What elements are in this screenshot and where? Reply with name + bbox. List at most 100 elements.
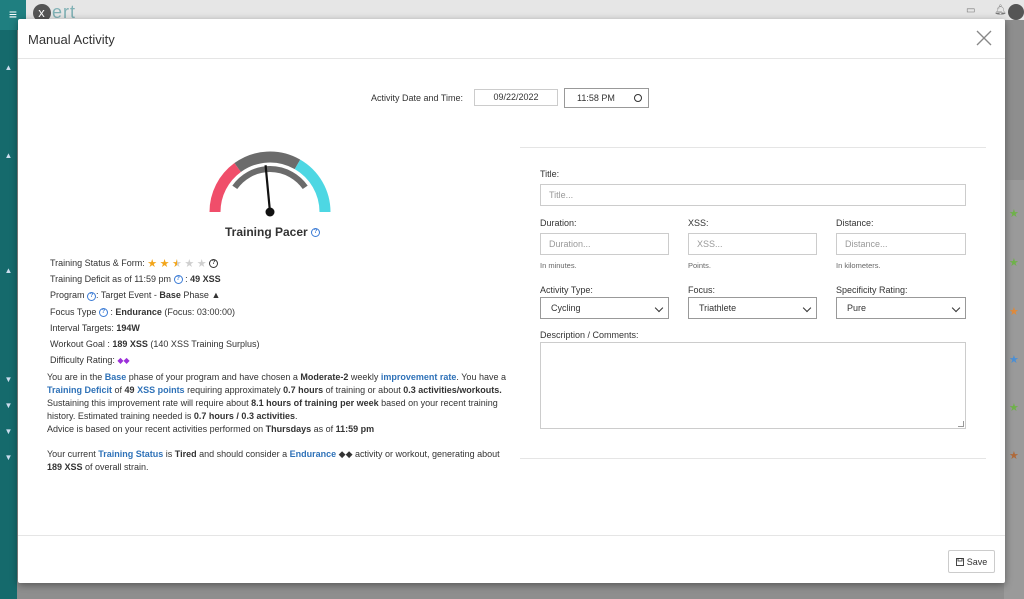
background-list bbox=[1004, 180, 1024, 599]
status-paragraph: Your current Training Status is Tired an… bbox=[47, 449, 500, 472]
chevron-down-icon[interactable]: ▼ bbox=[3, 401, 14, 410]
date-input[interactable]: 09/22/2022 bbox=[474, 89, 558, 106]
program-phase: Base bbox=[159, 290, 181, 301]
star-icon: ★ bbox=[1009, 208, 1019, 220]
deficit-label: Training Deficit as of 11:59 pm bbox=[50, 274, 172, 285]
app-topbar bbox=[0, 0, 1024, 20]
duration-help: In minutes. bbox=[540, 261, 577, 270]
distance-help: In kilometers. bbox=[836, 261, 881, 270]
star-icon: ★ bbox=[159, 258, 170, 270]
help-icon[interactable]: ? bbox=[173, 275, 183, 285]
form-divider-bottom bbox=[520, 458, 986, 459]
left-sidebar: ▲ ▲ ▲ ▼ ▼ ▼ ▼ bbox=[0, 30, 17, 599]
gauge-arc-cyan bbox=[294, 159, 331, 213]
improvement-rate-link[interactable]: improvement rate bbox=[381, 372, 457, 382]
advice-paragraph: You are in the Base phase of your progra… bbox=[47, 372, 506, 434]
close-icon[interactable] bbox=[975, 29, 993, 47]
bell-icon[interactable]: 🔔︎ bbox=[994, 5, 1007, 16]
monitor-icon[interactable]: ▭ bbox=[966, 5, 978, 16]
specificity-select[interactable]: Pure bbox=[836, 297, 966, 319]
star-icon: ★ bbox=[1009, 354, 1019, 366]
duration-label: Duration: bbox=[540, 218, 577, 228]
title-label: Title: bbox=[540, 169, 560, 179]
xss-input[interactable]: XSS... bbox=[688, 233, 817, 255]
activity-type-value: Cycling bbox=[551, 303, 581, 313]
title-input[interactable]: Title... bbox=[540, 184, 966, 206]
avatar[interactable] bbox=[1008, 4, 1024, 20]
chevron-down-icon bbox=[951, 303, 961, 313]
training-stats: Training Status & Form: ★ ★ ★ ★ ★ ? Trai… bbox=[50, 255, 259, 368]
resize-handle[interactable] bbox=[958, 421, 964, 427]
distance-label: Distance: bbox=[836, 218, 874, 228]
interval-targets-row: Interval Targets: 194W bbox=[50, 320, 259, 336]
chevron-down-icon bbox=[802, 303, 812, 313]
focus-detail: (Focus: 03:00:00) bbox=[164, 306, 235, 317]
star-icon: ★ bbox=[196, 258, 207, 270]
modal-header: Manual Activity bbox=[18, 19, 1005, 59]
star-icon: ★ bbox=[1009, 306, 1019, 318]
save-icon bbox=[955, 557, 964, 566]
save-button[interactable]: Save bbox=[948, 550, 995, 573]
goal-label: Workout Goal : bbox=[50, 338, 110, 349]
star-icon: ★ bbox=[1009, 402, 1019, 414]
chevron-up-icon[interactable]: ▲ bbox=[3, 151, 14, 160]
help-icon[interactable]: ? bbox=[87, 291, 97, 301]
goal-value: 189 XSS bbox=[112, 338, 148, 349]
xss-label: XSS: bbox=[688, 218, 709, 228]
distance-input[interactable]: Distance... bbox=[836, 233, 966, 255]
star-icon: ★ bbox=[172, 258, 182, 270]
training-pacer-title: Training Pacer ? bbox=[225, 225, 321, 239]
help-icon[interactable]: ? bbox=[98, 307, 108, 317]
focus-select-value: Triathlete bbox=[699, 303, 737, 313]
description-label: Description / Comments: bbox=[540, 330, 639, 340]
focus-select[interactable]: Triathlete bbox=[688, 297, 817, 319]
gauge-arc-red bbox=[209, 163, 242, 213]
time-input[interactable]: 11:58 PM bbox=[564, 88, 649, 108]
program-text: : Target Event - bbox=[96, 290, 160, 301]
gauge-hub bbox=[265, 207, 275, 217]
star-icon: ★ bbox=[184, 258, 195, 270]
xss-help: Points. bbox=[688, 261, 711, 270]
focus-label: Focus Type bbox=[50, 306, 97, 317]
description-textarea[interactable] bbox=[540, 342, 966, 429]
program-suffix: Phase bbox=[180, 290, 209, 301]
training-deficit-link[interactable]: Training Deficit bbox=[47, 385, 112, 395]
workout-goal-row: Workout Goal : 189 XSS (140 XSS Training… bbox=[50, 336, 259, 352]
interval-value: 194W bbox=[116, 322, 140, 333]
status-label: Training Status & Form: bbox=[50, 258, 145, 268]
chevron-down-icon bbox=[654, 303, 664, 313]
endurance-link[interactable]: Endurance bbox=[290, 449, 337, 459]
focus-value: Endurance bbox=[115, 306, 162, 317]
star-icon: ★ bbox=[1009, 450, 1019, 462]
interval-label: Interval Targets: bbox=[50, 322, 114, 333]
difficulty-row: Difficulty Rating: ◆◆ bbox=[50, 352, 259, 368]
chevron-down-icon[interactable]: ▼ bbox=[3, 375, 14, 384]
pacer-title-text: Training Pacer bbox=[225, 225, 308, 239]
star-icon: ★ bbox=[147, 258, 158, 270]
specificity-value: Pure bbox=[847, 303, 867, 313]
star-icon: ★ bbox=[1009, 257, 1019, 269]
form-divider-top bbox=[520, 147, 986, 148]
program-row: Program ?: Target Event - Base Phase ▲ bbox=[50, 287, 259, 303]
help-icon[interactable]: ? bbox=[209, 259, 219, 269]
chevron-up-icon[interactable]: ▲ bbox=[3, 63, 14, 72]
chevron-down-icon[interactable]: ▼ bbox=[3, 427, 14, 436]
activity-type-select[interactable]: Cycling bbox=[540, 297, 669, 319]
manual-activity-modal: Manual Activity Activity Date and Time: … bbox=[18, 19, 1005, 583]
time-value: 11:58 PM bbox=[577, 93, 615, 103]
chevron-up-icon[interactable]: ▲ bbox=[3, 266, 14, 275]
chevron-down-icon[interactable]: ▼ bbox=[3, 453, 14, 462]
warning-icon[interactable]: ▲ bbox=[211, 287, 220, 303]
modal-footer: Save bbox=[18, 535, 1005, 583]
date-time-label: Activity Date and Time: bbox=[371, 93, 464, 103]
training-status-link[interactable]: Training Status bbox=[98, 449, 163, 459]
training-status-row: Training Status & Form: ★ ★ ★ ★ ★ ? bbox=[50, 255, 259, 271]
duration-input[interactable]: Duration... bbox=[540, 233, 669, 255]
clock-icon[interactable] bbox=[634, 94, 642, 102]
difficulty-diamonds: ◆◆ bbox=[117, 356, 130, 366]
focus-type-row: Focus Type ? : Endurance (Focus: 03:00:0… bbox=[50, 306, 235, 317]
gauge-arc-inner bbox=[232, 166, 308, 190]
program-label: Program bbox=[50, 290, 85, 301]
save-label: Save bbox=[966, 556, 988, 567]
help-icon[interactable]: ? bbox=[311, 228, 321, 238]
